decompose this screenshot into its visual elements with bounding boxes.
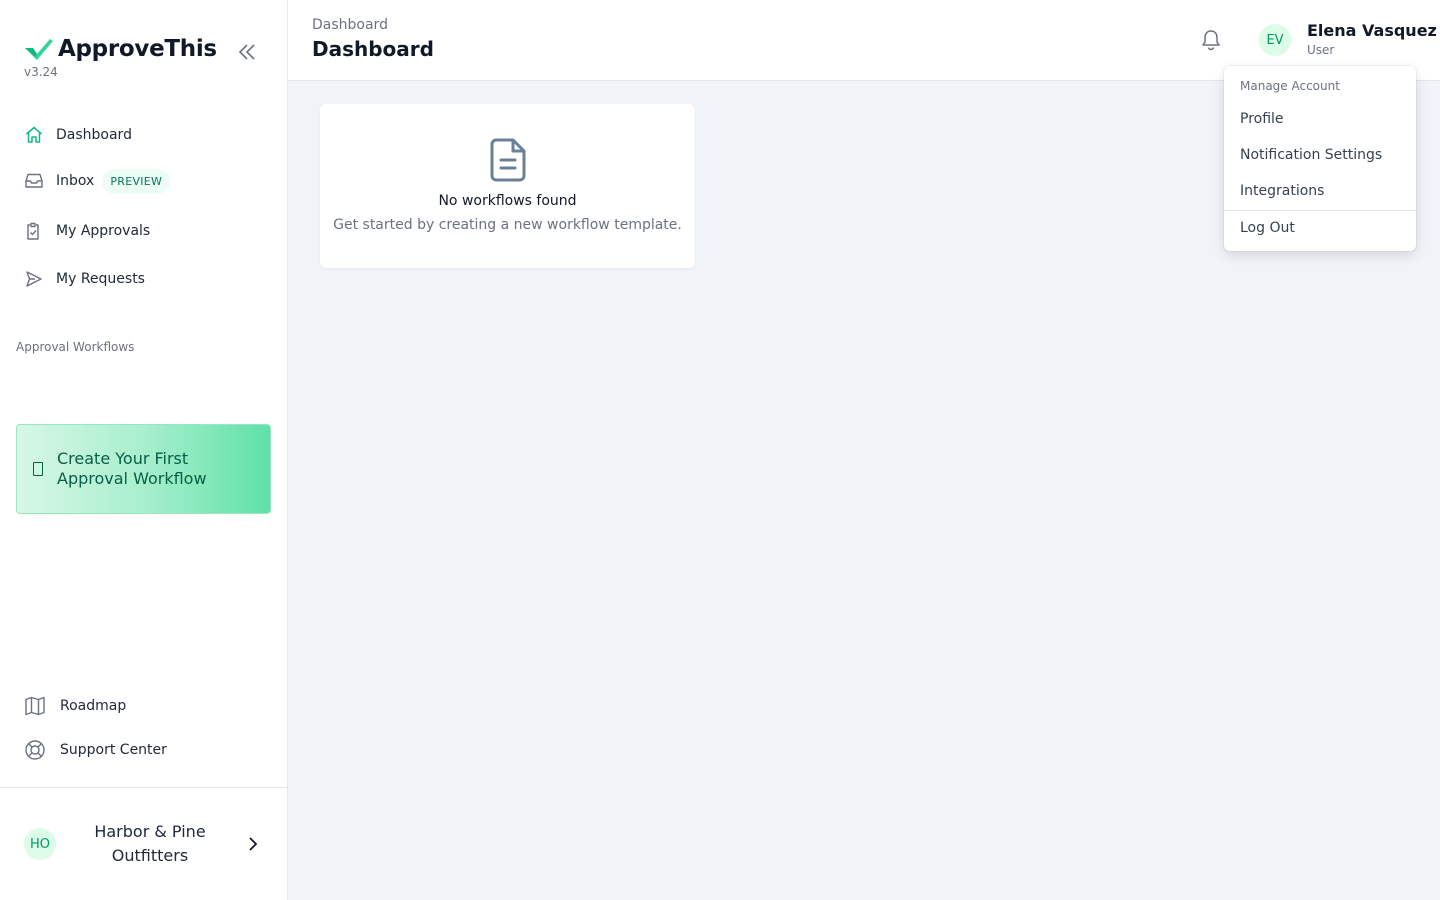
support-center-link[interactable]: Support Center xyxy=(24,739,167,761)
nav-label-my-approvals: My Approvals xyxy=(56,223,151,239)
collapse-sidebar-button[interactable] xyxy=(234,40,260,64)
brand-name: ApproveThis xyxy=(58,36,217,62)
approval-workflows-heading: Approval Workflows xyxy=(16,340,135,354)
checkmark-logo-icon xyxy=(25,39,53,60)
paper-plane-icon xyxy=(26,271,42,287)
map-icon xyxy=(25,696,45,716)
app-version: v3.24 xyxy=(24,65,58,79)
menu-item-profile[interactable]: Profile xyxy=(1240,111,1284,127)
nav-label-my-requests: My Requests xyxy=(56,271,145,287)
nav-label-inbox: Inbox xyxy=(56,173,95,189)
empty-state-subtitle: Get started by creating a new workflow t… xyxy=(333,217,682,233)
inbox-icon xyxy=(25,173,43,188)
nav-item-my-requests[interactable]: My Requests xyxy=(24,267,145,291)
menu-item-notification-settings[interactable]: Notification Settings xyxy=(1240,147,1382,163)
user-avatar[interactable]: EV xyxy=(1259,24,1291,56)
user-role: User xyxy=(1307,43,1335,57)
page-title: Dashboard xyxy=(312,37,434,61)
notifications-button[interactable] xyxy=(1200,28,1222,52)
empty-state-title: No workflows found xyxy=(438,193,577,209)
home-icon xyxy=(26,126,42,143)
create-workflow-label: Create Your First Approval Workflow xyxy=(57,449,207,488)
bell-icon xyxy=(1202,30,1220,51)
chevron-right-icon xyxy=(249,837,258,851)
clipboard-check-icon xyxy=(27,222,39,240)
support-center-label: Support Center xyxy=(60,742,167,758)
nav-item-inbox[interactable]: Inbox PREVIEW xyxy=(24,168,171,194)
chevrons-left-icon xyxy=(238,44,255,60)
nav-label-dashboard: Dashboard xyxy=(56,127,132,143)
nav-item-dashboard[interactable]: Dashboard xyxy=(24,123,132,147)
breadcrumb[interactable]: Dashboard xyxy=(312,17,388,33)
nav-item-my-approvals[interactable]: My Approvals xyxy=(24,219,150,243)
preview-badge: PREVIEW xyxy=(102,168,171,194)
menu-item-integrations[interactable]: Integrations xyxy=(1240,183,1324,199)
menu-item-log-out[interactable]: Log Out xyxy=(1240,220,1295,236)
org-avatar: HO xyxy=(24,828,56,860)
user-name[interactable]: Elena Vasquez xyxy=(1307,21,1437,40)
brand-logo[interactable]: ApproveThis xyxy=(24,36,217,62)
roadmap-link[interactable]: Roadmap xyxy=(24,695,126,717)
org-name: Harbor & Pine Outfitters xyxy=(94,822,206,865)
roadmap-label: Roadmap xyxy=(60,698,127,714)
create-first-workflow-button[interactable]: Create Your First Approval Workflow xyxy=(16,424,271,514)
empty-workflows-card: No workflows found Get started by creati… xyxy=(320,104,695,268)
sidebar: ApproveThis v3.24 Dashboard Inbox PREVIE… xyxy=(0,0,288,900)
menu-divider xyxy=(1224,210,1416,211)
dropdown-header: Manage Account xyxy=(1240,79,1340,93)
document-icon xyxy=(490,138,526,182)
lifebuoy-icon xyxy=(25,740,45,760)
missing-glyph-icon xyxy=(33,462,43,476)
account-dropdown-menu: Manage Account Profile Notification Sett… xyxy=(1224,66,1416,251)
organization-switcher[interactable]: HO Harbor & Pine Outfitters xyxy=(0,787,287,900)
